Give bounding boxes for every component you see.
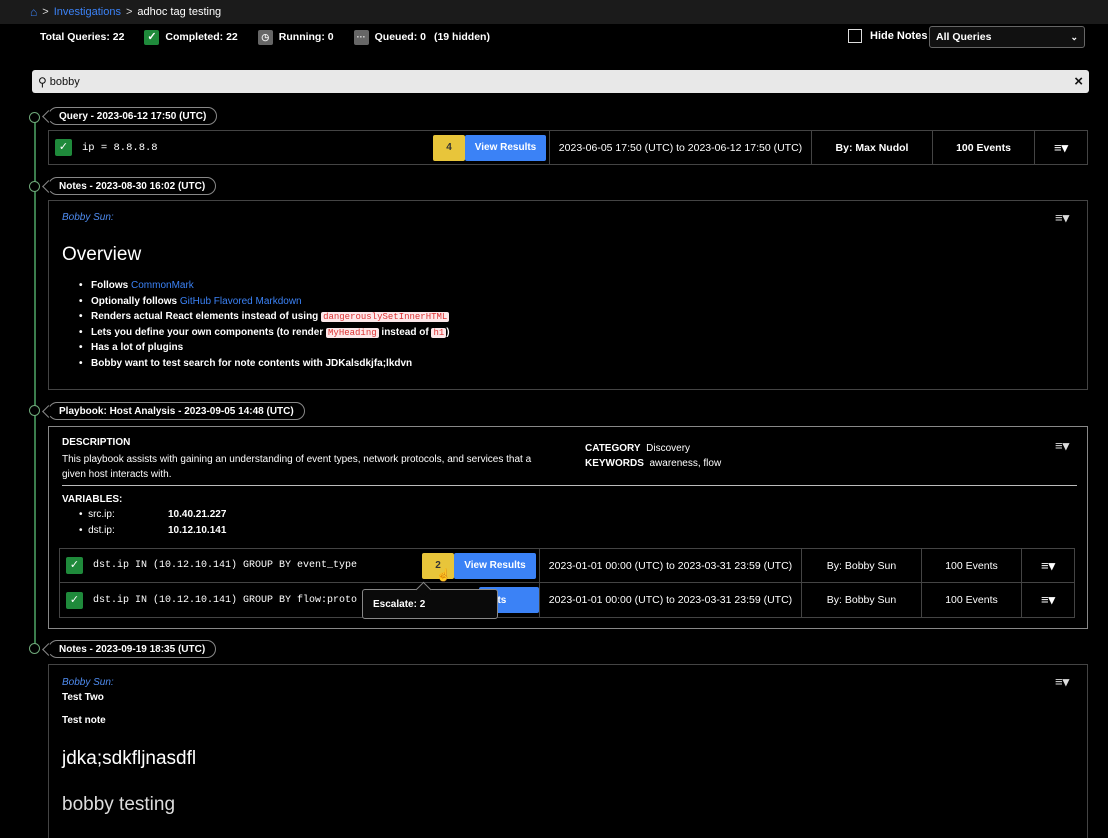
commonmark-link[interactable]: CommonMark (131, 280, 194, 291)
list-item: Bobby want to test search for note conte… (79, 356, 450, 372)
list-item: Lets you define your own components (to … (79, 325, 450, 341)
inline-code: dangerouslySetInnerHTML (321, 312, 450, 322)
running-count: Running: 0 (278, 31, 334, 43)
breadcrumb: ⌂ > Investigations > adhoc tag testing (0, 0, 1108, 24)
breadcrumb-separator: > (125, 6, 133, 18)
query-text[interactable]: dst.ip IN (10.12.10.141) GROUP BY flow:p… (93, 595, 357, 606)
total-queries: Total Queries: 22 (40, 31, 125, 43)
query-card: ✓ ip = 8.8.8.8 4 View Results 2023-06-05… (48, 130, 1088, 165)
note-card: ≡▾ Bobby Sun: Overview Follows CommonMar… (48, 200, 1088, 390)
note-author: Bobby Sun: (62, 212, 114, 223)
hide-notes-toggle[interactable]: Hide Notes (848, 29, 927, 43)
query-stats: Total Queries: 22 ✓ Completed: 22 ◷ Runn… (40, 28, 490, 46)
escalate-badge[interactable]: 4 (433, 134, 465, 161)
row-menu-icon[interactable]: ≡▾ (1021, 549, 1074, 582)
row-menu-icon[interactable]: ≡▾ (1034, 131, 1087, 164)
home-icon[interactable]: ⌂ (30, 5, 37, 19)
variable-src-ip: • src.ip: (79, 509, 115, 520)
list-item: Renders actual React elements instead of… (79, 309, 450, 325)
search-input[interactable]: bobby (50, 76, 1074, 88)
clear-search-icon[interactable]: × (1074, 73, 1083, 90)
view-results-button[interactable]: View Results (465, 134, 546, 161)
variable-dst-ip: • dst.ip: (79, 525, 115, 536)
search-icon: ⚲ (38, 74, 47, 89)
timeline-dot (29, 112, 40, 123)
list-item: Optionally follows GitHub Flavored Markd… (79, 294, 450, 310)
variable-dst-ip-value: 10.12.10.141 (168, 525, 227, 536)
timeline-label-note: Notes - 2023-08-30 16:02 (UTC) (48, 177, 217, 195)
search-bar[interactable]: ⚲ bobby × (32, 70, 1089, 93)
hide-notes-label: Hide Notes (870, 30, 928, 42)
list-item: Has a lot of plugins (79, 340, 450, 356)
cursor-hand-icon: ☝ (436, 568, 451, 582)
playbook-menu-icon[interactable]: ≡▾ (1055, 438, 1069, 454)
queued-count: Queued: 0 (374, 31, 426, 43)
note-heading: Overview (62, 244, 142, 265)
row-menu-icon[interactable]: ≡▾ (1021, 583, 1074, 617)
hidden-count: (19 hidden) (433, 31, 490, 43)
queued-icon: ··· (353, 29, 369, 45)
query-text[interactable]: dst.ip IN (10.12.10.141) GROUP BY event_… (93, 560, 357, 571)
query-filter-value: All Queries (936, 31, 992, 43)
query-time-range: 2023-01-01 00:00 (UTC) to 2023-03-31 23:… (539, 583, 801, 617)
completed-count: Completed: 22 (165, 31, 238, 43)
timeline-dot (29, 405, 40, 416)
query-text[interactable]: ip = 8.8.8.8 (82, 142, 158, 154)
query-author: By: Bobby Sun (801, 583, 921, 617)
hide-notes-checkbox[interactable] (848, 29, 862, 43)
note-menu-icon[interactable]: ≡▾ (1055, 210, 1069, 226)
query-time-range: 2023-01-01 00:00 (UTC) to 2023-03-31 23:… (539, 549, 801, 582)
timeline-label-query: Query - 2023-06-12 17:50 (UTC) (48, 107, 218, 125)
note-author: Bobby Sun: (62, 677, 114, 688)
list-item: Follows CommonMark (79, 278, 450, 294)
gfm-link[interactable]: GitHub Flavored Markdown (180, 296, 302, 307)
query-cell: ✓ ip = 8.8.8.8 (49, 131, 433, 164)
query-events: 100 Events (921, 583, 1021, 617)
playbook-query-row: ✓ dst.ip IN (10.12.10.141) GROUP BY even… (59, 548, 1075, 583)
query-filter-select[interactable]: All Queries ⌄ (929, 26, 1085, 48)
breadcrumb-current: adhoc tag testing (137, 6, 222, 18)
timeline-dot (29, 181, 40, 192)
breadcrumb-investigations[interactable]: Investigations (54, 6, 121, 18)
query-events: 100 Events (932, 131, 1034, 164)
category: CATEGORY Discovery (585, 443, 691, 454)
variables-label: VARIABLES: (62, 494, 123, 505)
timeline-label-note: Notes - 2023-09-19 18:35 (UTC) (48, 640, 217, 658)
variable-src-ip-value: 10.40.21.227 (168, 509, 227, 520)
query-actions: 4 View Results (433, 131, 549, 164)
note-line: Test Two (62, 692, 104, 703)
keywords: KEYWORDS awareness, flow (585, 458, 722, 469)
query-complete-icon: ✓ (66, 591, 83, 609)
note-heading: jdka;sdkfljnasdfl (62, 748, 197, 769)
query-complete-icon: ✓ (55, 139, 72, 156)
query-author: By: Max Nudol (811, 131, 932, 164)
description-text: This playbook assists with gaining an un… (62, 454, 532, 480)
inline-code: MyHeading (326, 327, 379, 338)
timeline-dot (29, 643, 40, 654)
note-line: Test note (62, 715, 106, 726)
breadcrumb-separator: > (42, 6, 49, 18)
divider (62, 485, 1077, 486)
note-card: ≡▾ Bobby Sun: Test Two Test note jdka;sd… (48, 664, 1088, 838)
query-cell: ✓ dst.ip IN (10.12.10.141) GROUP BY even… (60, 549, 422, 582)
timeline-label-playbook: Playbook: Host Analysis - 2023-09-05 14:… (48, 402, 305, 420)
playbook-card: ≡▾ DESCRIPTION This playbook assists wit… (48, 426, 1088, 629)
query-time-range: 2023-06-05 17:50 (UTC) to 2023-06-12 17:… (549, 131, 811, 164)
timeline-line (34, 113, 36, 653)
note-list: Follows CommonMark Optionally follows Gi… (79, 278, 450, 371)
completed-icon: ✓ (144, 29, 160, 45)
view-results-button[interactable]: View Results (454, 552, 536, 579)
query-events: 100 Events (921, 549, 1021, 582)
query-author: By: Bobby Sun (801, 549, 921, 582)
note-heading: bobby testing (62, 794, 176, 815)
escalate-tooltip: Escalate: 2 (362, 589, 498, 619)
playbook-query-row: ✓ dst.ip IN (10.12.10.141) GROUP BY flow… (59, 583, 1075, 618)
chevron-down-icon: ⌄ (1070, 31, 1078, 42)
query-complete-icon: ✓ (66, 557, 83, 574)
running-icon: ◷ (257, 29, 273, 45)
note-menu-icon[interactable]: ≡▾ (1055, 674, 1069, 690)
inline-code: h1 (431, 327, 447, 338)
description-label: DESCRIPTION (62, 437, 131, 448)
